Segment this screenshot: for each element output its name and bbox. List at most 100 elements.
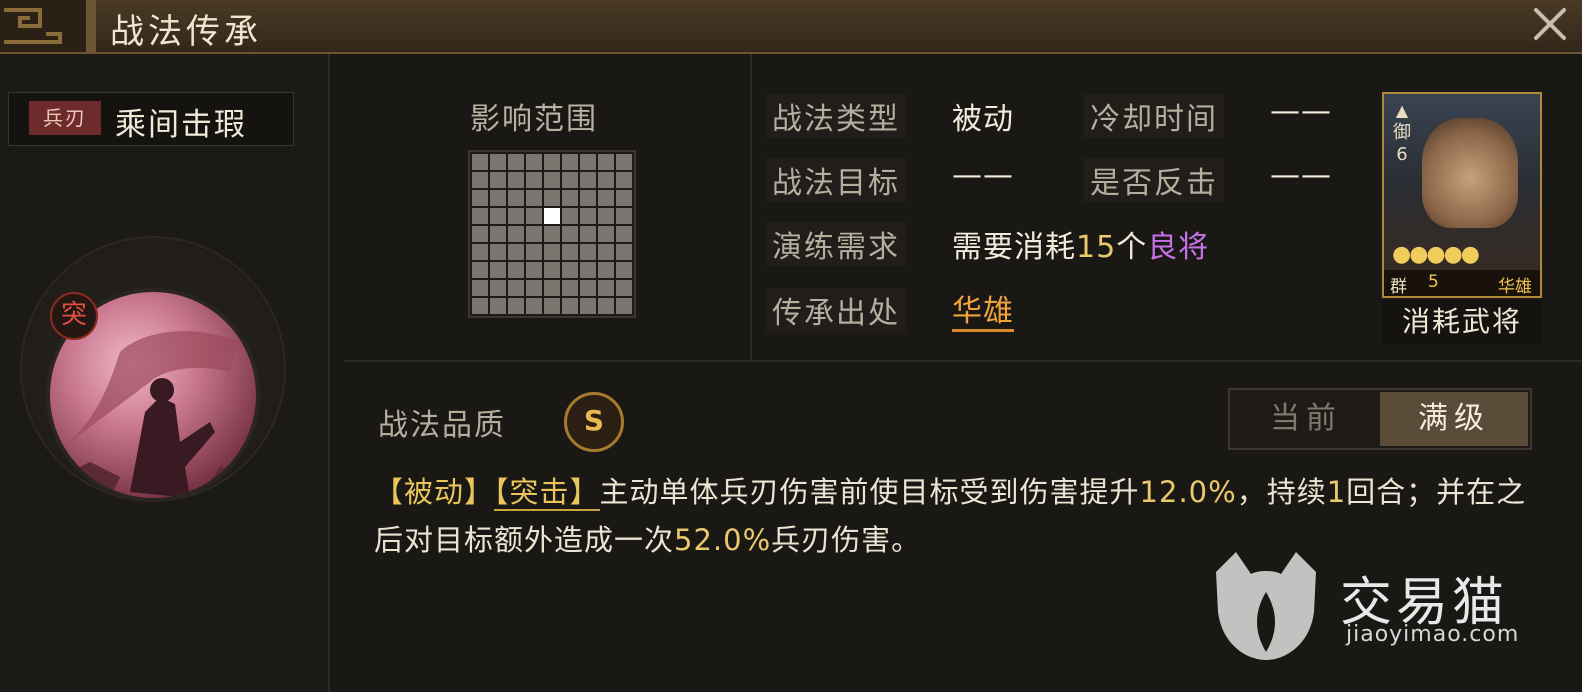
range-cell	[472, 226, 488, 242]
title-bar: 战法传承	[0, 0, 1582, 54]
horizontal-divider	[344, 360, 1582, 362]
range-cell	[562, 262, 578, 278]
range-cell	[490, 244, 506, 260]
range-cell	[490, 190, 506, 206]
watermark-url: jiaoyimao.com	[1346, 622, 1520, 647]
card-rank-num: 6	[1396, 144, 1408, 165]
range-cell	[616, 262, 632, 278]
requirement-value: 需要消耗15个良将	[952, 222, 1209, 266]
card-faction: 群	[1390, 277, 1407, 297]
range-cell	[544, 226, 560, 242]
range-cell	[544, 298, 560, 314]
passive-tag: 【被动】	[374, 475, 495, 509]
quality-grade-badge: S	[564, 392, 624, 452]
range-cell	[544, 154, 560, 170]
skill-name-box: 兵刃 乘间击瑕	[8, 92, 294, 146]
range-cell	[508, 244, 524, 260]
range-cell	[526, 280, 542, 296]
card-stars: ●●●●●	[1392, 242, 1480, 267]
range-cell	[472, 280, 488, 296]
range-cell	[490, 208, 506, 224]
range-cell	[526, 190, 542, 206]
range-cell	[580, 190, 596, 206]
title-ornament-icon	[0, 0, 96, 52]
range-cell	[490, 226, 506, 242]
card-general-name: 华雄	[1498, 277, 1532, 297]
range-cell	[544, 244, 560, 260]
assault-tag[interactable]: 【突击】	[494, 475, 600, 511]
range-cell	[490, 298, 506, 314]
origin-general-link[interactable]: 华雄	[952, 294, 1014, 332]
quality-label: 战法品质	[378, 408, 506, 443]
range-cell	[598, 280, 614, 296]
range-cell	[562, 172, 578, 188]
range-cell	[562, 226, 578, 242]
card-cost: 5	[1428, 272, 1439, 292]
range-cell	[562, 298, 578, 314]
range-cell	[598, 208, 614, 224]
range-cell	[580, 154, 596, 170]
skill-type-label: 战法类型	[766, 94, 906, 138]
range-cell	[598, 172, 614, 188]
range-cell	[526, 226, 542, 242]
range-cell	[508, 208, 524, 224]
skill-name: 乘间击瑕	[115, 107, 247, 143]
card-footer: 群 5 华雄	[1384, 270, 1540, 296]
requirement-count: 15	[1076, 230, 1117, 265]
requirement-label: 演练需求	[766, 222, 906, 266]
range-cell	[526, 298, 542, 314]
range-cell	[616, 154, 632, 170]
range-cell	[616, 244, 632, 260]
general-card[interactable]: ▲ 御 6 ●●●●● 群 5 华雄	[1382, 92, 1542, 298]
desc-value-1: 12.0%	[1139, 475, 1237, 509]
range-cell	[616, 208, 632, 224]
range-cell	[472, 208, 488, 224]
origin-value[interactable]: 华雄	[952, 286, 1014, 332]
requirement-mid: 个	[1116, 230, 1148, 265]
consume-general-caption: 消耗武将	[1382, 300, 1542, 344]
range-cell	[580, 280, 596, 296]
range-cell	[526, 208, 542, 224]
range-cell	[544, 172, 560, 188]
general-portrait	[1422, 118, 1518, 228]
range-cell	[490, 280, 506, 296]
range-cell	[472, 172, 488, 188]
range-cell	[616, 226, 632, 242]
range-cell	[580, 262, 596, 278]
desc-text-1: 主动单体兵刃伤害前使目标受到伤害提升	[599, 475, 1140, 509]
range-cell	[562, 190, 578, 206]
requirement-item: 良将	[1147, 230, 1210, 265]
range-cell	[580, 298, 596, 314]
range-cell	[526, 154, 542, 170]
range-cell	[490, 262, 506, 278]
range-cell-center	[544, 208, 560, 224]
range-cell	[562, 244, 578, 260]
card-rank: ▲ 御 6	[1390, 100, 1414, 166]
range-cell	[580, 172, 596, 188]
range-cell	[562, 208, 578, 224]
assault-badge: 突	[50, 292, 98, 340]
counterattack-label: 是否反击	[1084, 158, 1224, 202]
range-cell	[472, 298, 488, 314]
range-cell	[544, 190, 560, 206]
close-icon[interactable]	[1530, 4, 1570, 44]
range-cell	[598, 190, 614, 206]
desc-text-4: 兵刃伤害。	[771, 523, 922, 557]
current-level-button[interactable]: 当前	[1232, 392, 1380, 446]
skill-description: 【被动】【突击】主动单体兵刃伤害前使目标受到伤害提升12.0%，持续1回合；并在…	[374, 468, 1534, 564]
range-cell	[616, 298, 632, 314]
range-cell	[526, 262, 542, 278]
max-level-button[interactable]: 满级	[1380, 392, 1528, 446]
requirement-prefix: 需要消耗	[952, 230, 1076, 265]
skill-type-value: 被动	[952, 102, 1014, 137]
range-cell	[562, 280, 578, 296]
range-cell	[616, 190, 632, 206]
range-cell	[508, 190, 524, 206]
range-cell	[526, 172, 542, 188]
level-switch: 当前 满级	[1228, 388, 1532, 450]
range-cell	[598, 226, 614, 242]
range-cell	[544, 262, 560, 278]
range-cell	[616, 280, 632, 296]
jiaoyimao-cat-logo-icon	[1216, 552, 1316, 660]
skill-target-value: ——	[952, 158, 1014, 193]
